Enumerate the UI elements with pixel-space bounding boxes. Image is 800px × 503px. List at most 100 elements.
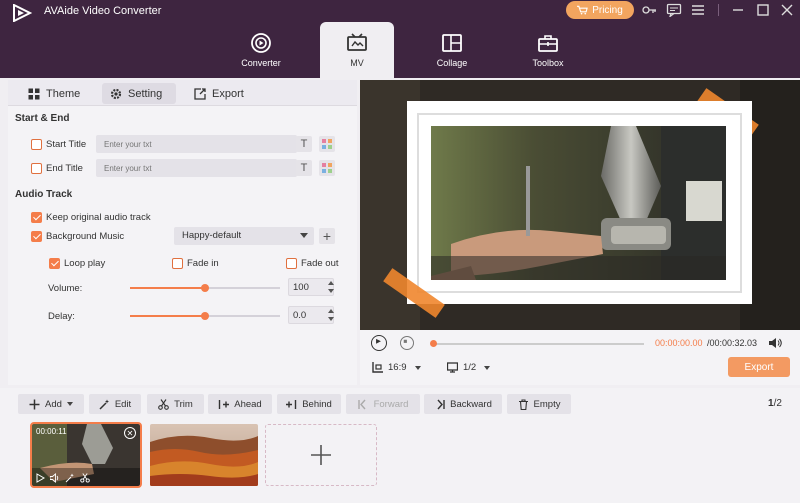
volume-slider-fill xyxy=(130,287,205,289)
monitor-icon xyxy=(447,362,458,373)
background-music-select[interactable]: Happy-default xyxy=(174,227,314,245)
export-icon xyxy=(194,87,206,100)
title-bar: AVAide Video Converter Pricing Converter… xyxy=(0,0,800,78)
feedback-icon[interactable] xyxy=(666,3,682,19)
scissors-icon xyxy=(158,398,170,410)
export-button[interactable]: Export xyxy=(728,357,790,377)
audio-track-heading: Audio Track xyxy=(15,189,73,200)
stop-icon xyxy=(403,339,407,343)
play-icon[interactable] xyxy=(35,473,45,483)
current-time: 00:00:00.00 xyxy=(655,338,703,348)
start-title-font-button[interactable]: T xyxy=(296,136,312,152)
play-button[interactable] xyxy=(371,335,387,351)
add-clip-button[interactable] xyxy=(265,424,377,486)
end-title-font-button[interactable]: T xyxy=(296,160,312,176)
stop-button[interactable] xyxy=(400,336,414,350)
start-title-input[interactable] xyxy=(96,135,297,153)
toolbox-icon xyxy=(538,35,558,52)
tab-mv[interactable]: MV xyxy=(320,22,394,78)
tab-export[interactable]: Export xyxy=(186,83,252,104)
behind-label: Behind xyxy=(302,398,332,410)
key-icon[interactable] xyxy=(641,3,657,17)
magic-wand-icon[interactable] xyxy=(65,473,75,483)
tab-converter[interactable]: Converter xyxy=(224,22,298,78)
add-music-button[interactable]: + xyxy=(319,228,335,244)
edit-button[interactable]: Edit xyxy=(89,394,141,414)
delay-stepper[interactable] xyxy=(326,307,336,323)
start-title-checkbox[interactable] xyxy=(31,139,42,150)
background-music-checkbox[interactable] xyxy=(31,231,42,242)
settings-panel: Theme Setting Export Start & End Start T… xyxy=(8,80,357,385)
behind-button[interactable]: Behind xyxy=(277,394,341,414)
forward-button[interactable]: Forward xyxy=(346,394,420,414)
keep-original-audio-checkbox[interactable] xyxy=(31,212,42,223)
menu-icon[interactable] xyxy=(690,3,706,17)
background-music-label: Background Music xyxy=(46,231,125,242)
tab-toolbox-label: Toolbox xyxy=(532,58,564,68)
clip-1-actions xyxy=(35,473,90,483)
aspect-ratio-icon xyxy=(372,362,383,373)
clip-thumbnail-2[interactable] xyxy=(150,424,258,486)
clip-thumbnail-1[interactable]: 00:00:11 ✕ xyxy=(30,422,142,488)
tab-setting[interactable]: Setting xyxy=(102,83,176,104)
gear-icon xyxy=(110,88,122,99)
edit-label: Edit xyxy=(114,398,132,410)
empty-label: Empty xyxy=(533,398,561,410)
background-music-value: Happy-default xyxy=(182,230,242,241)
start-title-color-button[interactable] xyxy=(319,136,335,152)
end-title-checkbox[interactable] xyxy=(31,163,42,174)
volume-stepper[interactable] xyxy=(326,279,336,295)
page-indicator: 1/2 xyxy=(768,398,782,409)
trim-button[interactable]: Trim xyxy=(147,394,204,414)
plus-icon xyxy=(311,445,331,465)
volume-label: Volume: xyxy=(48,283,83,294)
progress-bar[interactable] xyxy=(434,343,644,345)
start-title-label: Start Title xyxy=(46,139,87,150)
chevron-down-icon xyxy=(484,365,491,370)
aspect-ratio-value: 16:9 xyxy=(388,362,407,373)
fade-out-label: Fade out xyxy=(301,258,339,269)
minimize-icon[interactable] xyxy=(730,3,746,17)
tab-setting-label: Setting xyxy=(128,87,163,100)
aspect-ratio-dropdown[interactable]: 16:9 xyxy=(372,362,421,373)
total-time: /00:00:32.03 xyxy=(707,338,758,348)
ahead-icon xyxy=(219,399,230,409)
plus-icon xyxy=(29,399,40,409)
tab-theme[interactable]: Theme xyxy=(20,83,88,104)
tab-toolbox[interactable]: Toolbox xyxy=(511,22,585,78)
chevron-down-icon xyxy=(300,233,308,238)
app-logo-icon xyxy=(13,4,32,22)
color-grid-icon xyxy=(322,139,332,149)
close-icon[interactable] xyxy=(779,3,795,17)
volume-icon[interactable] xyxy=(769,337,782,349)
speaker-icon[interactable] xyxy=(50,473,60,483)
backward-button[interactable]: Backward xyxy=(424,394,502,414)
screen-dropdown[interactable]: 1/2 xyxy=(447,362,491,373)
end-title-input[interactable] xyxy=(96,159,297,177)
scissors-icon[interactable] xyxy=(80,473,90,483)
empty-button[interactable]: Empty xyxy=(507,394,571,414)
color-grid-icon xyxy=(322,163,332,173)
espresso-machine-image xyxy=(431,126,726,280)
video-preview xyxy=(360,80,800,330)
fade-out-checkbox[interactable] xyxy=(286,258,297,269)
keep-original-audio-label: Keep original audio track xyxy=(46,212,151,223)
add-button[interactable]: Add xyxy=(18,394,84,414)
trash-icon xyxy=(518,398,528,410)
end-title-color-button[interactable] xyxy=(319,160,335,176)
magic-wand-icon xyxy=(99,399,109,410)
loop-play-checkbox[interactable] xyxy=(49,258,60,269)
tab-collage[interactable]: Collage xyxy=(415,22,489,78)
ahead-button[interactable]: Ahead xyxy=(208,394,272,414)
pricing-label: Pricing xyxy=(592,4,623,16)
progress-thumb[interactable] xyxy=(430,340,437,347)
volume-slider-thumb[interactable] xyxy=(201,284,209,292)
pricing-button[interactable]: Pricing xyxy=(566,1,634,19)
fade-in-checkbox[interactable] xyxy=(172,258,183,269)
clip-1-remove-button[interactable]: ✕ xyxy=(124,427,136,439)
theme-icon xyxy=(28,88,40,99)
behind-icon xyxy=(286,399,297,409)
maximize-icon[interactable] xyxy=(755,3,771,17)
delay-slider-thumb[interactable] xyxy=(201,312,209,320)
tab-mv-label: MV xyxy=(350,58,364,68)
